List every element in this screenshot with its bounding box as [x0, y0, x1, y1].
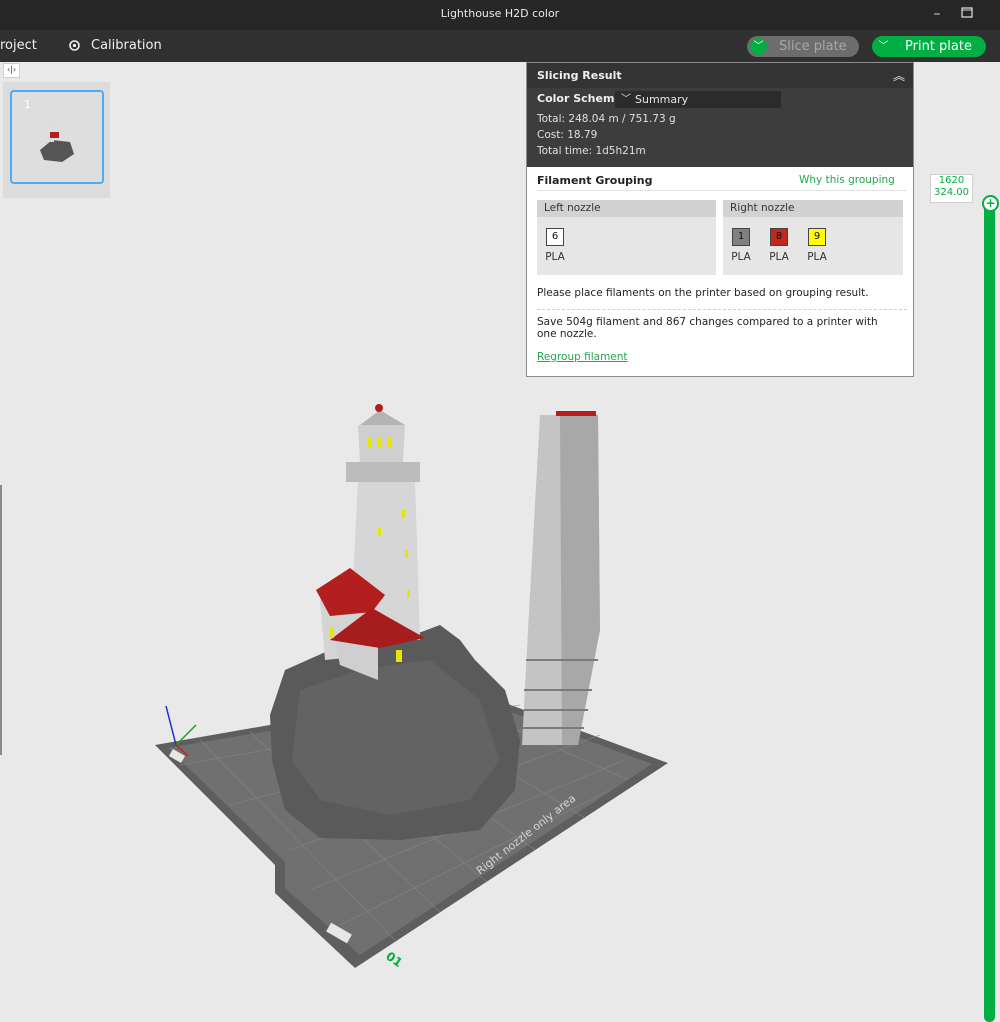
layer-height: 324.00	[934, 187, 969, 198]
window-title: Lighthouse H2D color	[440, 7, 560, 20]
slicing-result-header: Slicing Result ︽	[527, 63, 913, 88]
filament-swatch: 6	[546, 228, 564, 246]
total-stat: Total: 248.04 m / 751.73 g	[537, 113, 676, 125]
gear-icon	[68, 39, 81, 56]
slicing-result-title: Slicing Result	[537, 69, 622, 82]
color-scheme-label: Color Scheme	[537, 92, 622, 105]
right-nozzle-group: Right nozzle 1 PLA 8 PLA 9 PLA	[723, 200, 903, 275]
minimize-icon[interactable]: –	[926, 4, 948, 24]
regroup-filament-link[interactable]: Regroup filament	[537, 351, 628, 363]
divider	[537, 190, 907, 191]
collapse-up-icon[interactable]: ︽	[893, 67, 905, 84]
why-grouping-link[interactable]: Why this grouping	[799, 174, 895, 186]
cost-stat: Cost: 18.79	[537, 129, 598, 141]
chevron-down-icon[interactable]: ﹀	[750, 38, 767, 55]
filament-grouping-title: Filament Grouping	[537, 174, 653, 187]
layer-readout: 1620 324.00	[930, 174, 973, 203]
filament-material: PLA	[807, 251, 827, 263]
layer-number: 1620	[938, 175, 965, 186]
filament-swatch: 1	[732, 228, 750, 246]
filament-slot-6[interactable]: 6 PLA	[540, 228, 570, 263]
main-toolbar: roject Calibration ﹀ Slice plate ﹀ Print…	[0, 30, 1000, 62]
plate-thumb-image	[40, 120, 74, 162]
filament-swatch: 8	[770, 228, 788, 246]
left-nozzle-label: Left nozzle	[537, 200, 716, 217]
chevron-down-icon[interactable]: ﹀	[875, 38, 892, 55]
color-scheme-select[interactable]: ﹀ Summary	[615, 91, 781, 108]
collapse-panel-button[interactable]: ‹|›	[3, 63, 20, 78]
dashed-divider	[537, 309, 907, 310]
left-nozzle-group: Left nozzle 6 PLA	[537, 200, 716, 275]
layer-slider-track[interactable]	[984, 202, 995, 1022]
time-stat: Total time: 1d5h21m	[537, 145, 646, 157]
savings-text: Save 504g filament and 867 changes compa…	[537, 316, 878, 340]
filament-material: PLA	[731, 251, 751, 263]
filament-slot-8[interactable]: 8 PLA	[764, 228, 794, 263]
z-axis	[165, 705, 177, 746]
filament-material: PLA	[769, 251, 789, 263]
slice-plate-button[interactable]: ﹀ Slice plate	[747, 36, 859, 57]
layer-slider-handle[interactable]: +	[982, 195, 999, 212]
slicing-summary: Slicing Result ︽ Color Scheme ﹀ Summary …	[527, 63, 913, 167]
calibration-tab[interactable]: Calibration	[91, 38, 162, 53]
placement-hint: Please place filaments on the printer ba…	[537, 287, 869, 299]
title-bar: Lighthouse H2D color –	[0, 0, 1000, 30]
slicing-result-panel: Slicing Result ︽ Color Scheme ﹀ Summary …	[526, 62, 914, 377]
filament-material: PLA	[545, 251, 565, 263]
right-nozzle-label: Right nozzle	[723, 200, 903, 217]
left-edge-divider	[0, 485, 2, 755]
filament-slot-9[interactable]: 9 PLA	[802, 228, 832, 263]
filament-swatch: 9	[808, 228, 826, 246]
plate-thumbnail[interactable]: 1	[10, 90, 104, 184]
plate-number: 01	[383, 949, 405, 970]
chevron-down-icon: ﹀	[621, 94, 631, 105]
maximize-icon[interactable]	[956, 4, 978, 24]
filament-slot-1[interactable]: 1 PLA	[726, 228, 756, 263]
print-plate-button[interactable]: ﹀ Print plate	[872, 36, 986, 57]
project-tab[interactable]: roject	[0, 38, 37, 53]
